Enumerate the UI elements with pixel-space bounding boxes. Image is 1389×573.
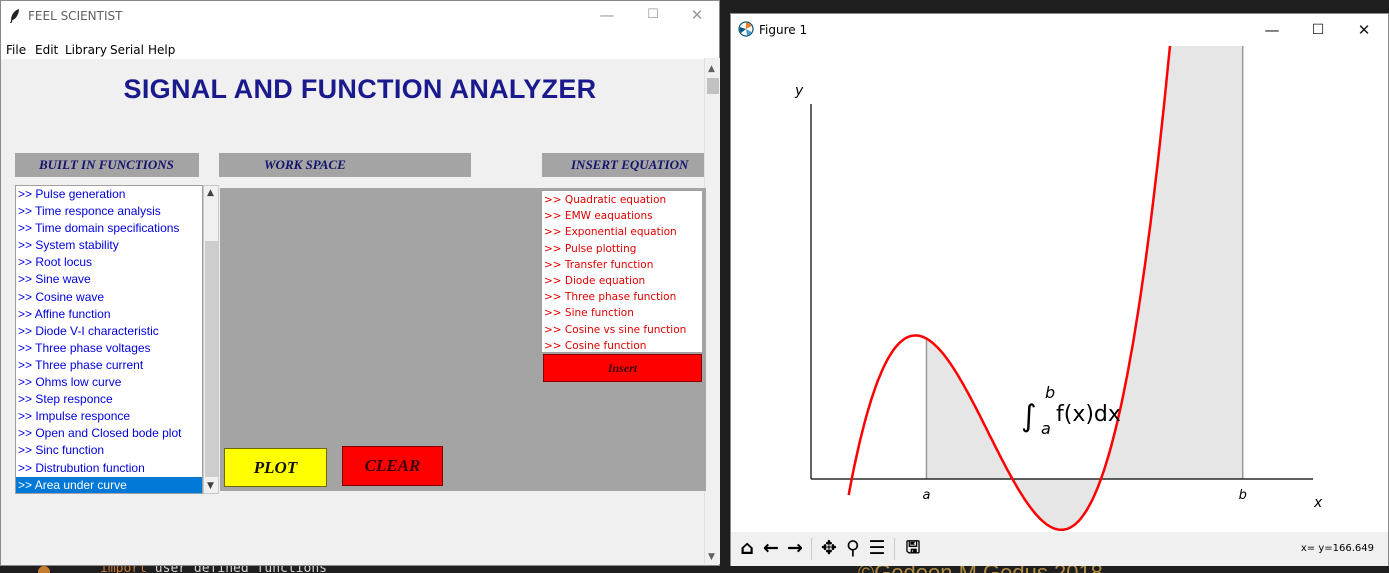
scroll-up-arrow-icon[interactable]: ▲ xyxy=(708,64,715,74)
list-item[interactable]: >> Pulse plotting xyxy=(542,241,702,257)
figure-title: Figure 1 xyxy=(759,23,808,37)
window-title: FEEL SCIENTIST xyxy=(28,9,123,23)
integral-sign: ∫ xyxy=(1021,399,1037,434)
menu-help[interactable]: Help xyxy=(148,43,175,57)
clear-button[interactable]: CLEAR xyxy=(342,446,443,486)
area-under-curve xyxy=(926,46,1243,530)
y-axis-label: y xyxy=(794,83,804,99)
menu-edit[interactable]: Edit xyxy=(35,43,58,57)
home-icon[interactable]: ⌂ xyxy=(736,536,758,560)
desktop: import user defined functions ©Gedeon M … xyxy=(0,0,1389,573)
figure-window: Figure 1 — ☐ ✕ y x a b ∫ b a f(x)dx ⌂ ← … xyxy=(730,13,1389,566)
list-item[interactable]: >> Time domain specifications xyxy=(16,220,202,237)
workspace-header: WORK SPACE xyxy=(219,153,471,177)
list-item[interactable]: >> Three phase current xyxy=(16,357,202,374)
list-item[interactable]: >> Transfer function xyxy=(542,257,702,273)
insert-equation-header: INSERT EQUATION xyxy=(542,153,704,177)
analyzer-titlebar[interactable]: FEEL SCIENTIST — ☐ ✕ xyxy=(1,1,719,31)
list-item[interactable]: >> EMW eaquations xyxy=(542,208,702,224)
background-editor-icon xyxy=(38,566,50,573)
list-scroll-up-icon[interactable]: ▲ xyxy=(207,188,214,198)
save-icon[interactable]: 🖫 xyxy=(902,536,924,560)
back-icon[interactable]: ← xyxy=(760,536,782,560)
list-item[interactable]: >> Affine function xyxy=(16,306,202,323)
close-button[interactable]: ✕ xyxy=(674,1,720,31)
zoom-icon[interactable]: ⚲ xyxy=(842,536,864,560)
configure-subplots-icon[interactable]: ☰ xyxy=(866,536,888,560)
menu-file[interactable]: File xyxy=(6,43,26,57)
menu-library[interactable]: Library xyxy=(65,43,107,57)
list-item[interactable]: >> Sinc function xyxy=(16,442,202,459)
list-item-selected[interactable]: >> Area under curve xyxy=(16,476,202,493)
scroll-thumb[interactable] xyxy=(707,78,719,94)
integral-annotation: ∫ b a f(x)dx xyxy=(1021,383,1121,438)
list-item[interactable]: >> Three phase function xyxy=(542,289,702,305)
list-item[interactable]: >> Time responce analysis xyxy=(16,203,202,220)
list-item[interactable]: >> Sine function xyxy=(542,305,702,321)
list-item[interactable]: >> Diode equation xyxy=(542,273,702,289)
builtin-functions-list[interactable]: >> Pulse generation >> Time responce ana… xyxy=(15,185,203,494)
pan-icon[interactable]: ✥ xyxy=(818,536,840,560)
forward-icon[interactable]: → xyxy=(784,536,806,560)
builtin-list-scrollbar[interactable]: ▲ ▼ xyxy=(203,185,219,494)
builtin-functions-header: BUILT IN FUNCTIONS xyxy=(15,153,199,177)
list-scroll-down-icon[interactable]: ▼ xyxy=(207,481,214,491)
app-title: SIGNAL AND FUNCTION ANALYZER xyxy=(123,74,597,104)
equation-list[interactable]: >> Quadratic equation >> EMW eaquations … xyxy=(541,190,703,353)
list-item[interactable]: >> Impulse responce xyxy=(16,408,202,425)
list-scroll-thumb[interactable] xyxy=(205,241,218,477)
integral-body: f(x)dx xyxy=(1056,402,1121,427)
figure-toolbar: ⌂ ← → ✥ ⚲ ☰ 🖫 x= y=166.649 xyxy=(731,532,1388,566)
figure-maximize-button[interactable]: ☐ xyxy=(1295,14,1341,46)
list-item[interactable]: >> Exponential equation xyxy=(542,224,702,240)
minimize-button[interactable]: — xyxy=(584,1,630,31)
figure-minimize-button[interactable]: — xyxy=(1249,14,1295,46)
toolbar-separator xyxy=(811,538,812,560)
list-item[interactable]: >> Step responce xyxy=(16,391,202,408)
list-item[interactable]: >> Sine wave xyxy=(16,271,202,288)
toolbar-separator xyxy=(894,538,895,560)
menu-serial[interactable]: Serial xyxy=(110,43,144,57)
coordinate-readout: x= y=166.649 xyxy=(1300,543,1374,554)
plot-canvas[interactable]: y x a b ∫ b a f(x)dx xyxy=(731,46,1388,532)
list-item[interactable]: >> Cosine vs sine function xyxy=(542,322,702,338)
integral-lower-limit: a xyxy=(1041,419,1051,438)
list-item[interactable]: >> Three phase voltages xyxy=(16,340,202,357)
insert-button[interactable]: Insert xyxy=(543,354,702,382)
feather-icon xyxy=(10,9,19,23)
list-item[interactable]: >> Open and Closed bode plot xyxy=(16,425,202,442)
x-tick-b: b xyxy=(1239,488,1247,503)
list-item[interactable]: >> Pulse generation xyxy=(16,186,202,203)
list-item[interactable]: >> System stability xyxy=(16,237,202,254)
integral-upper-limit: b xyxy=(1045,383,1055,402)
list-item[interactable]: >> Quadratic equation xyxy=(542,192,702,208)
maximize-button[interactable]: ☐ xyxy=(630,1,676,31)
plot-button[interactable]: PLOT xyxy=(224,448,327,487)
list-item[interactable]: >> Distrubution function xyxy=(16,460,202,477)
x-axis-label: x xyxy=(1313,495,1323,511)
list-item[interactable]: >> Diode V-I characteristic xyxy=(16,323,202,340)
figure-close-button[interactable]: ✕ xyxy=(1341,14,1387,46)
scroll-down-arrow-icon[interactable]: ▼ xyxy=(708,552,715,562)
x-tick-a: a xyxy=(922,488,930,503)
window-scrollbar[interactable]: ▲ ▼ xyxy=(704,58,720,564)
list-item[interactable]: >> Cosine wave xyxy=(16,289,202,306)
figure-titlebar[interactable]: Figure 1 — ☐ ✕ xyxy=(731,14,1388,46)
menu-bar: File Edit Library Serial Help xyxy=(1,31,719,59)
matplotlib-icon xyxy=(738,21,754,37)
list-item[interactable]: >> Ohms low curve xyxy=(16,374,202,391)
list-item[interactable]: >> Cosine function xyxy=(542,338,702,352)
list-item[interactable]: >> Root locus xyxy=(16,254,202,271)
